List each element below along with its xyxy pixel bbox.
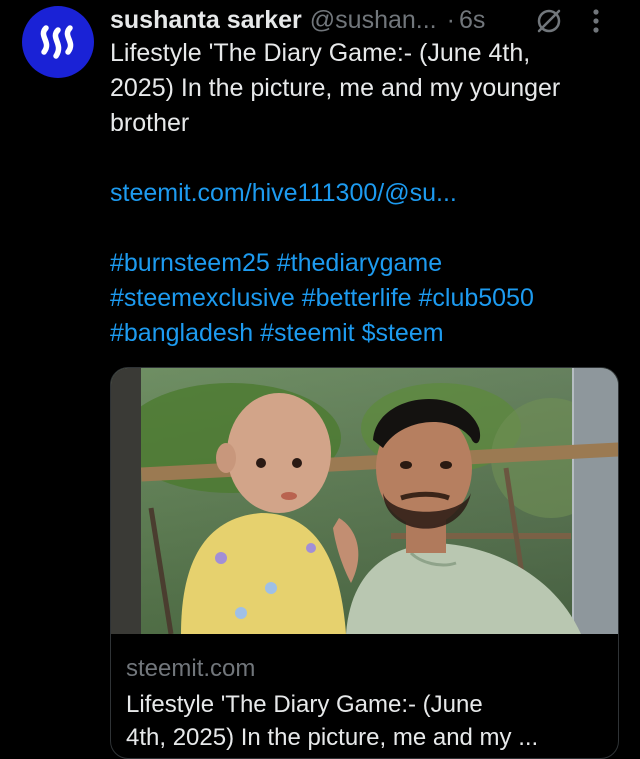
author-name[interactable]: sushanta sarker (110, 4, 302, 36)
card-domain: steemit.com (126, 655, 256, 682)
card-title: Lifestyle 'The Diary Game:- (June 4th, 2… (126, 688, 606, 754)
hashtags: #burnsteem25 #thediarygame #steemexclusi… (110, 246, 620, 351)
hashtag-line[interactable]: #burnsteem25 #thediarygame (110, 246, 620, 281)
more-vertical-icon[interactable] (592, 8, 600, 34)
post-text: Lifestyle 'The Diary Game:- (June 4th, 2… (110, 36, 620, 351)
separator: · (446, 6, 455, 34)
post-header: sushanta sarker @sushan... · 6s (110, 4, 630, 36)
author-handle[interactable]: @sushan... (310, 4, 437, 36)
avatar[interactable] (22, 6, 94, 78)
post-link[interactable]: steemit.com/hive111300/@su... (110, 176, 620, 211)
hashtag-line[interactable]: #bangladesh #steemit $steem (110, 316, 620, 351)
steem-logo-icon (40, 25, 74, 59)
post-time[interactable]: 6s (459, 4, 485, 36)
post-text-line: Lifestyle 'The Diary Game:- (June 4th, (110, 39, 531, 67)
circle-slash-icon (537, 9, 561, 33)
hashtag-line[interactable]: #steemexclusive #betterlife #club5050 (110, 281, 620, 316)
link-preview-card[interactable]: steemit.com Lifestyle 'The Diary Game:- … (110, 367, 619, 759)
preview-photo (111, 368, 618, 634)
post-text-line: 2025) In the picture, me and my younger (110, 74, 561, 102)
card-title-line: 4th, 2025) In the picture, me and my ... (126, 724, 539, 751)
post-text-line: brother (110, 109, 190, 137)
card-title-line: Lifestyle 'The Diary Game:- (June (126, 691, 483, 718)
